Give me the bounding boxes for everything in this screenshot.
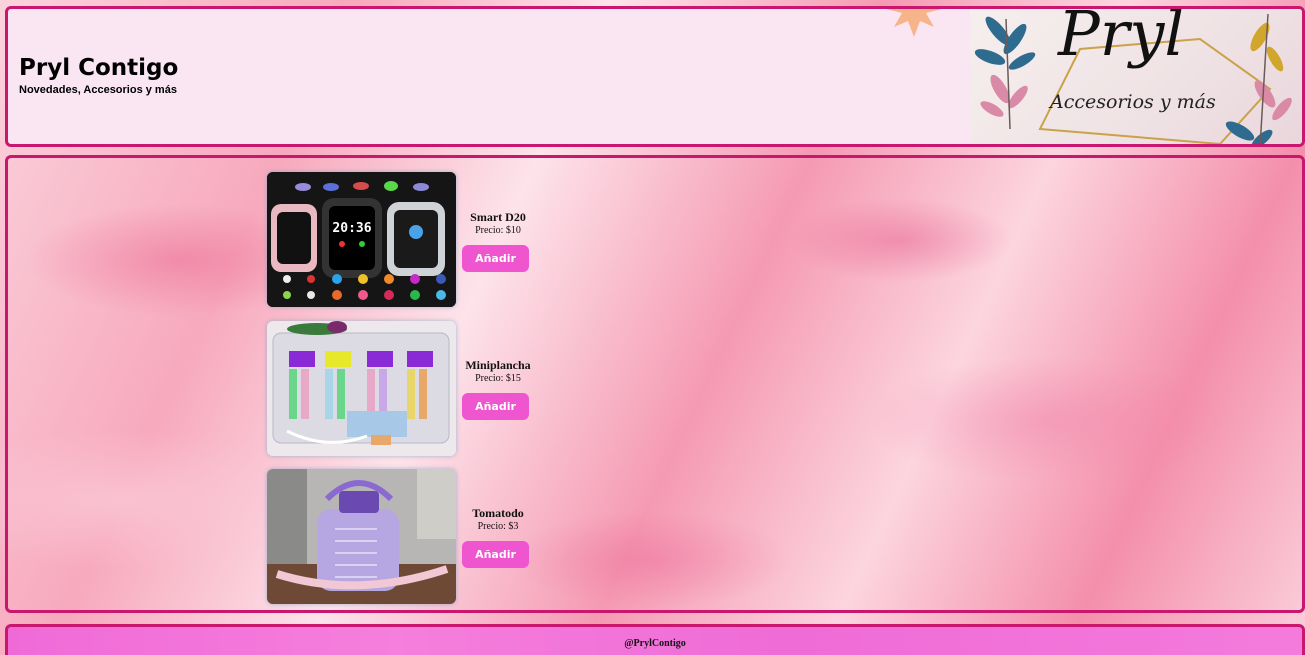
logo-wordmark: Pryl	[1058, 9, 1185, 70]
sun-decoration	[886, 9, 942, 37]
site-footer: @PrylContigo	[5, 624, 1305, 655]
brand-logo: Pryl Accesorios y más	[970, 9, 1302, 144]
product-price: Precio: $15	[475, 373, 521, 384]
site-tagline: Novedades, Accesorios y más	[19, 84, 177, 96]
site-title: Pryl Contigo	[19, 55, 179, 81]
add-to-cart-button[interactable]: Añadir	[462, 245, 529, 272]
product-catalog: 20:36 Smart D20 Precio: $10 Añadir Minip…	[5, 155, 1305, 613]
product-card: Miniplancha Precio: $15 Añadir	[267, 321, 537, 457]
mini-hair-straightener-image	[267, 321, 456, 456]
product-name: Miniplancha	[465, 358, 531, 372]
smartwatch-image: 20:36	[267, 172, 456, 307]
add-to-cart-button[interactable]: Añadir	[462, 541, 529, 568]
water-bottle-image	[267, 469, 456, 604]
product-name: Tomatodo	[472, 506, 524, 520]
product-name: Smart D20	[470, 210, 526, 224]
add-to-cart-button[interactable]: Añadir	[462, 393, 529, 420]
site-header: Pryl Contigo Novedades, Accesorios y más	[5, 6, 1305, 147]
watch-time-display: 20:36	[332, 221, 371, 236]
social-handle: @PrylContigo	[624, 638, 686, 649]
product-price: Precio: $10	[475, 225, 521, 236]
product-price: Precio: $3	[477, 521, 519, 532]
logo-tagline: Accesorios y más	[1050, 91, 1216, 113]
product-card: Tomatodo Precio: $3 Añadir	[267, 469, 537, 605]
product-card: 20:36 Smart D20 Precio: $10 Añadir	[267, 172, 537, 308]
